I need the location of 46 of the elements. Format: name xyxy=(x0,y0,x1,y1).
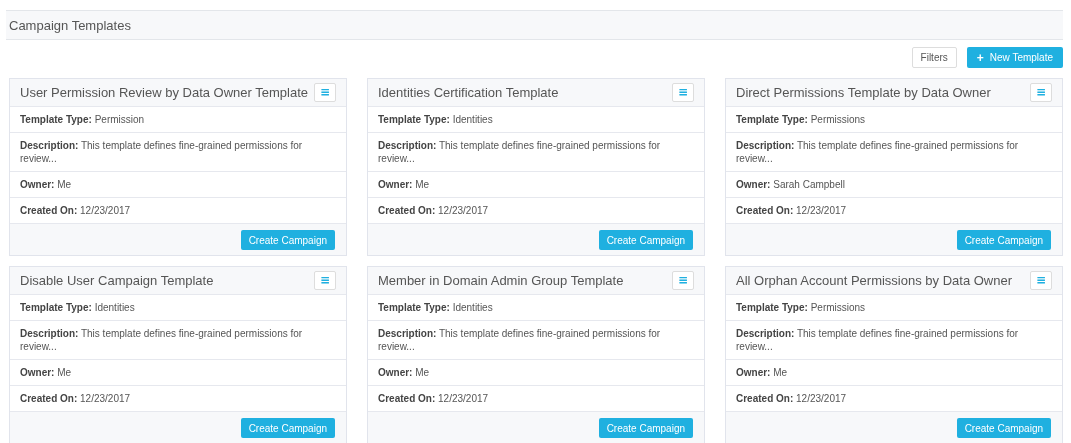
create-campaign-button[interactable]: Create Campaign xyxy=(598,418,693,438)
field-text: Created On: 12/23/2017 xyxy=(736,204,848,217)
menu-button[interactable]: ≡ xyxy=(314,83,336,102)
field-text: Created On: 12/23/2017 xyxy=(20,392,132,405)
field-text: Owner: Me xyxy=(736,366,789,379)
card-title: Disable User Campaign Template xyxy=(20,273,214,288)
page-title: Campaign Templates xyxy=(9,17,131,33)
menu-button[interactable]: ≡ xyxy=(672,83,694,102)
menu-button[interactable]: ≡ xyxy=(314,271,336,290)
menu-button[interactable]: ≡ xyxy=(672,271,694,290)
field-text: Template Type: Identities xyxy=(378,301,494,314)
card-title: User Permission Review by Data Owner Template xyxy=(20,85,309,100)
field-text: Owner: Me xyxy=(378,366,431,379)
field-text: Description: This template defines fine-grained permissions for review... xyxy=(378,139,662,165)
field-text: Description: This template defines fine-grained permissions for review... xyxy=(736,327,1020,353)
card-title: Direct Permissions Template by Data Owner xyxy=(736,85,991,100)
field-text: Template Type: Identities xyxy=(20,301,136,314)
field-text: Owner: Sarah Campbell xyxy=(736,178,846,191)
create-campaign-button[interactable]: Create Campaign xyxy=(956,230,1051,250)
field-text: Owner: Me xyxy=(378,178,431,191)
plus-icon: + xyxy=(976,50,984,65)
field-text: Created On: 12/23/2017 xyxy=(378,204,490,217)
filters-button[interactable]: Filters xyxy=(911,47,957,68)
field-text: Description: This template defines fine-grained permissions for review... xyxy=(736,139,1020,165)
field-text: Template Type: Permissions xyxy=(736,301,867,314)
create-campaign-button[interactable]: Create Campaign xyxy=(240,418,335,438)
field-text: Owner: Me xyxy=(20,178,73,191)
card-title: Member in Domain Admin Group Template xyxy=(378,273,624,288)
field-text: Owner: Me xyxy=(20,366,73,379)
create-campaign-button[interactable]: Create Campaign xyxy=(240,230,335,250)
field-text: Template Type: Permission xyxy=(20,113,146,126)
field-text: Description: This template defines fine-grained permissions for review... xyxy=(20,139,304,165)
field-text: Description: This template defines fine-grained permissions for review... xyxy=(378,327,662,353)
card-title: Identities Certification Template xyxy=(378,85,559,100)
card-title: All Orphan Account Permissions by Data Owner xyxy=(736,273,1012,288)
field-text: Created On: 12/23/2017 xyxy=(736,392,848,405)
menu-button[interactable]: ≡ xyxy=(1030,271,1052,290)
field-text: Created On: 12/23/2017 xyxy=(20,204,132,217)
new-template-button[interactable]: + New Template xyxy=(966,47,1063,68)
create-campaign-button[interactable]: Create Campaign xyxy=(598,230,693,250)
create-campaign-button[interactable]: Create Campaign xyxy=(956,418,1051,438)
field-text: Description: This template defines fine-grained permissions for review... xyxy=(20,327,304,353)
field-text: Created On: 12/23/2017 xyxy=(378,392,490,405)
field-text: Template Type: Identities xyxy=(378,113,494,126)
menu-button[interactable]: ≡ xyxy=(1030,83,1052,102)
field-text: Template Type: Permissions xyxy=(736,113,867,126)
